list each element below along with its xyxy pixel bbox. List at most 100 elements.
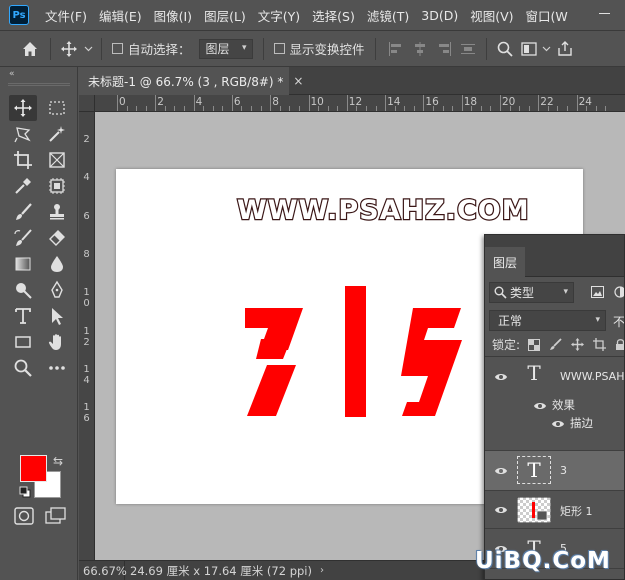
menu-window[interactable]: 窗口(W xyxy=(520,6,574,25)
layers-panel-tab-bar: 图层 xyxy=(485,235,624,277)
pen-tool-icon[interactable] xyxy=(43,277,71,303)
magic-wand-tool-icon[interactable] xyxy=(43,121,71,147)
home-icon[interactable] xyxy=(18,37,42,61)
chevron-down-icon[interactable] xyxy=(81,37,95,61)
site-watermark: UiBQ.CoM xyxy=(475,548,611,574)
foreground-color-swatch[interactable] xyxy=(20,455,47,482)
tab-layers[interactable]: 图层 xyxy=(485,247,525,277)
ruler-tick xyxy=(164,106,166,111)
menu-3d[interactable]: 3D(D) xyxy=(415,8,464,23)
photoshop-logo[interactable]: Ps xyxy=(9,5,29,25)
close-icon[interactable]: × xyxy=(293,74,303,88)
ruler-tick xyxy=(365,106,367,111)
collapse-panel-icon[interactable]: « xyxy=(9,69,14,79)
blend-mode-dropdown[interactable]: 正常 ▾ xyxy=(489,309,606,331)
lock-artboard-icon[interactable] xyxy=(593,338,607,352)
visibility-eye-icon[interactable] xyxy=(494,505,508,515)
auto-select-checkbox[interactable] xyxy=(112,43,123,54)
move-tool-icon[interactable] xyxy=(9,95,37,121)
align-left-icon[interactable] xyxy=(384,37,408,61)
blur-tool-icon[interactable] xyxy=(43,251,71,277)
lasso-tool-icon[interactable] xyxy=(9,121,37,147)
stroke-visibility-eye-icon[interactable] xyxy=(551,419,565,429)
auto-select-target-dropdown[interactable]: 图层 ▾ xyxy=(198,38,253,59)
crop-tool-icon[interactable] xyxy=(9,147,37,173)
marquee-tool-icon[interactable] xyxy=(43,95,71,121)
eraser-tool-icon[interactable] xyxy=(43,225,71,251)
distribute-icon[interactable] xyxy=(456,37,480,61)
path-selection-tool-icon[interactable] xyxy=(43,303,71,329)
ruler-label: 1 6 xyxy=(83,402,90,425)
chevron-down-icon[interactable] xyxy=(541,37,553,61)
align-center-icon[interactable] xyxy=(408,37,432,61)
swap-colors-icon[interactable]: ⇆ xyxy=(53,454,63,468)
quick-mask-icon[interactable] xyxy=(14,507,34,525)
lock-transparency-icon[interactable] xyxy=(528,338,541,352)
clone-stamp-tool-icon[interactable] xyxy=(43,199,71,225)
show-transform-checkbox[interactable] xyxy=(273,43,285,54)
menu-filter[interactable]: 滤镜(T) xyxy=(361,6,415,25)
eyedropper-tool-icon[interactable] xyxy=(9,173,37,199)
effects-visibility-eye-icon[interactable] xyxy=(533,401,547,411)
menu-file[interactable]: 文件(F) xyxy=(39,6,93,25)
align-right-icon[interactable] xyxy=(432,37,456,61)
menu-image[interactable]: 图像(I) xyxy=(148,6,198,25)
ruler-tick xyxy=(298,106,300,111)
separator xyxy=(485,37,487,60)
tools-panel: « ⇆ xyxy=(0,67,78,580)
stroke-effect-label[interactable]: 描边 xyxy=(570,415,593,431)
layer-filter-dropdown[interactable]: 类型 ▾ xyxy=(489,281,574,303)
workspace-icon[interactable] xyxy=(517,37,541,61)
lock-pixels-icon[interactable] xyxy=(549,338,562,352)
menu-type[interactable]: 文字(Y) xyxy=(252,6,306,25)
layer-row-url[interactable]: T WWW.PSAHZ 效果 描边 xyxy=(485,357,624,451)
ruler-tick xyxy=(595,106,597,111)
brush-tool-icon[interactable] xyxy=(9,199,37,225)
ruler-tick xyxy=(500,95,501,111)
more-tools-icon[interactable] xyxy=(43,355,71,381)
move-tool-preset-icon[interactable] xyxy=(57,37,81,61)
zoom-level[interactable]: 66.67% xyxy=(79,560,127,580)
effects-label[interactable]: 效果 xyxy=(552,397,575,413)
ruler-tick xyxy=(557,106,559,111)
screen-mode-icon[interactable] xyxy=(45,507,67,525)
layer-row-3[interactable]: T 3 xyxy=(485,451,624,491)
zoom-tool-icon[interactable] xyxy=(9,355,37,381)
frame-tool-icon[interactable] xyxy=(43,147,71,173)
ruler-tick xyxy=(126,106,128,111)
lock-all-icon[interactable] xyxy=(615,338,624,352)
default-colors-icon[interactable] xyxy=(19,486,31,498)
ruler-tick xyxy=(231,95,233,111)
adjustment-filter-icon[interactable] xyxy=(614,286,625,298)
ruler-tick xyxy=(413,106,415,111)
layer-row-rectangle-1[interactable]: 矩形 1 xyxy=(485,491,624,529)
history-brush-tool-icon[interactable] xyxy=(9,225,37,251)
minimize-icon[interactable] xyxy=(597,6,611,20)
layer-name: 矩形 1 xyxy=(560,505,593,518)
visibility-eye-icon[interactable] xyxy=(494,372,508,382)
panel-grip[interactable] xyxy=(8,83,70,86)
layer-filter-label: 类型 xyxy=(510,285,535,300)
type-tool-icon[interactable] xyxy=(9,303,37,329)
object-selection-tool-icon[interactable] xyxy=(43,173,71,199)
gradient-tool-icon[interactable] xyxy=(9,251,37,277)
rectangle-tool-icon[interactable] xyxy=(9,329,37,355)
share-icon[interactable] xyxy=(553,37,577,61)
canvas-rectangle-1 xyxy=(345,286,366,417)
horizontal-ruler[interactable]: 0 2 4 6 8 10 12 14 16 18 20 22 24 xyxy=(95,95,625,112)
dodge-tool-icon[interactable] xyxy=(9,277,37,303)
lock-position-icon[interactable] xyxy=(571,338,585,352)
menu-edit[interactable]: 编辑(E) xyxy=(93,6,148,25)
vertical-ruler[interactable]: 2 4 6 8 1 0 1 2 1 4 1 6 xyxy=(79,112,95,560)
menu-view[interactable]: 视图(V) xyxy=(464,6,519,25)
visibility-eye-icon[interactable] xyxy=(494,466,508,476)
chevron-right-icon[interactable]: › xyxy=(320,565,324,576)
ruler-origin[interactable] xyxy=(79,95,95,112)
hand-tool-icon[interactable] xyxy=(43,329,71,355)
menu-select[interactable]: 选择(S) xyxy=(306,6,361,25)
document-tab[interactable]: 未标题-1 @ 66.7% (3 , RGB/8#) * × xyxy=(79,67,303,95)
menu-layer[interactable]: 图层(L) xyxy=(198,6,252,25)
ruler-tick xyxy=(203,106,205,111)
search-icon[interactable] xyxy=(493,37,517,61)
image-filter-icon[interactable] xyxy=(591,286,604,298)
